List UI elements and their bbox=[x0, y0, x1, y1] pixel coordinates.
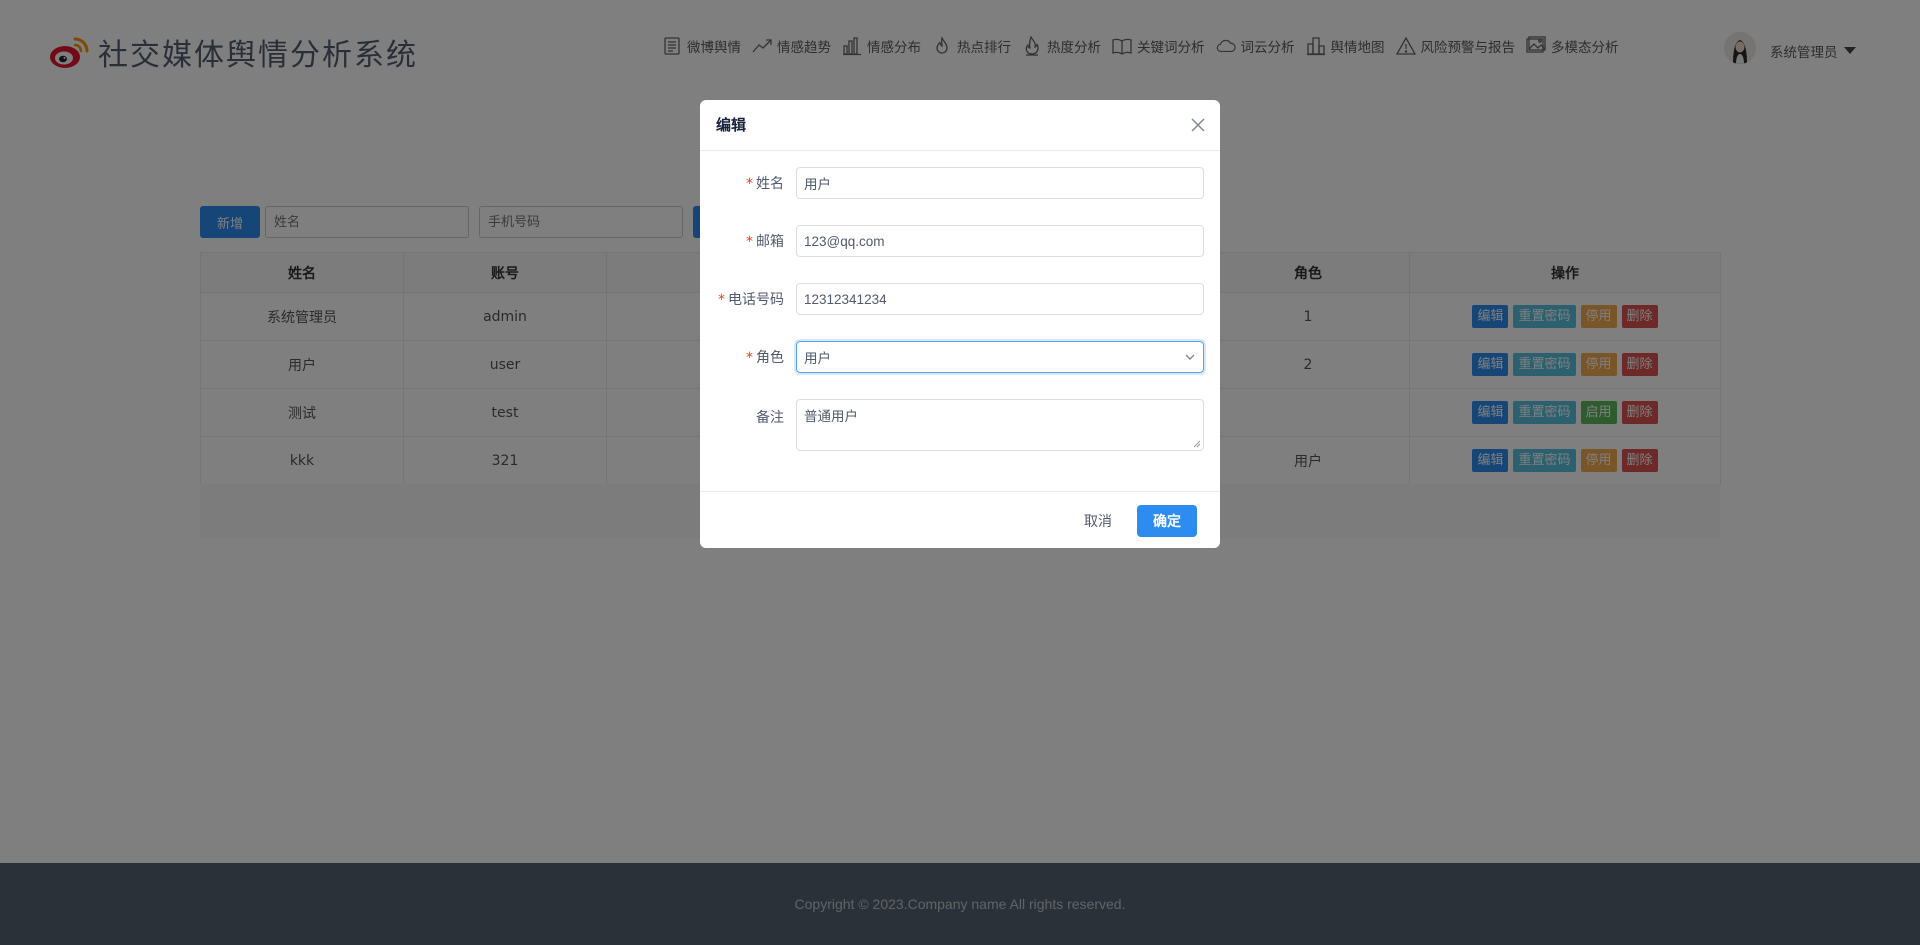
role-select[interactable]: 用户 bbox=[796, 341, 1204, 373]
resize-handle-icon[interactable] bbox=[1193, 440, 1201, 448]
dialog-header: 编辑 bbox=[700, 100, 1220, 151]
required-mark: * bbox=[746, 350, 753, 366]
field-label: * 姓名 bbox=[700, 173, 796, 193]
field-label: * 电话号码 bbox=[700, 289, 796, 309]
chevron-down-icon bbox=[1185, 354, 1195, 360]
name-field[interactable]: 用户 bbox=[796, 167, 1204, 199]
required-mark: * bbox=[746, 176, 753, 192]
close-icon[interactable] bbox=[1190, 117, 1206, 133]
dialog-footer: 取消 确定 bbox=[700, 491, 1220, 548]
edit-user-dialog: 编辑 * 姓名 用户 * 邮箱 123@qq.com * 电话号码 123123412… bbox=[700, 100, 1220, 548]
form-row-note: 备注 普通用户 bbox=[700, 399, 1220, 451]
email-field[interactable]: 123@qq.com bbox=[796, 225, 1204, 257]
field-label: * 邮箱 bbox=[700, 231, 796, 251]
required-mark: * bbox=[746, 234, 753, 250]
form-row-email: * 邮箱 123@qq.com bbox=[700, 225, 1220, 257]
email-label: 邮箱 bbox=[756, 234, 784, 250]
note-label: 备注 bbox=[756, 410, 784, 426]
phone-label: 电话号码 bbox=[728, 292, 784, 308]
note-textarea[interactable]: 普通用户 bbox=[796, 399, 1204, 451]
form-row-phone: * 电话号码 12312341234 bbox=[700, 283, 1220, 315]
required-mark: * bbox=[718, 292, 725, 308]
confirm-button[interactable]: 确定 bbox=[1137, 505, 1197, 537]
name-label: 姓名 bbox=[756, 176, 784, 192]
role-selected-value: 用户 bbox=[804, 351, 831, 366]
field-label: * 角色 bbox=[700, 347, 796, 367]
phone-field[interactable]: 12312341234 bbox=[796, 283, 1204, 315]
role-label: 角色 bbox=[756, 350, 784, 366]
form-row-name: * 姓名 用户 bbox=[700, 167, 1220, 199]
field-label: 备注 bbox=[700, 399, 796, 427]
note-value: 普通用户 bbox=[804, 409, 858, 425]
dialog-title: 编辑 bbox=[716, 116, 747, 134]
cancel-button[interactable]: 取消 bbox=[1068, 505, 1128, 537]
form-row-role: * 角色 用户 bbox=[700, 341, 1220, 373]
